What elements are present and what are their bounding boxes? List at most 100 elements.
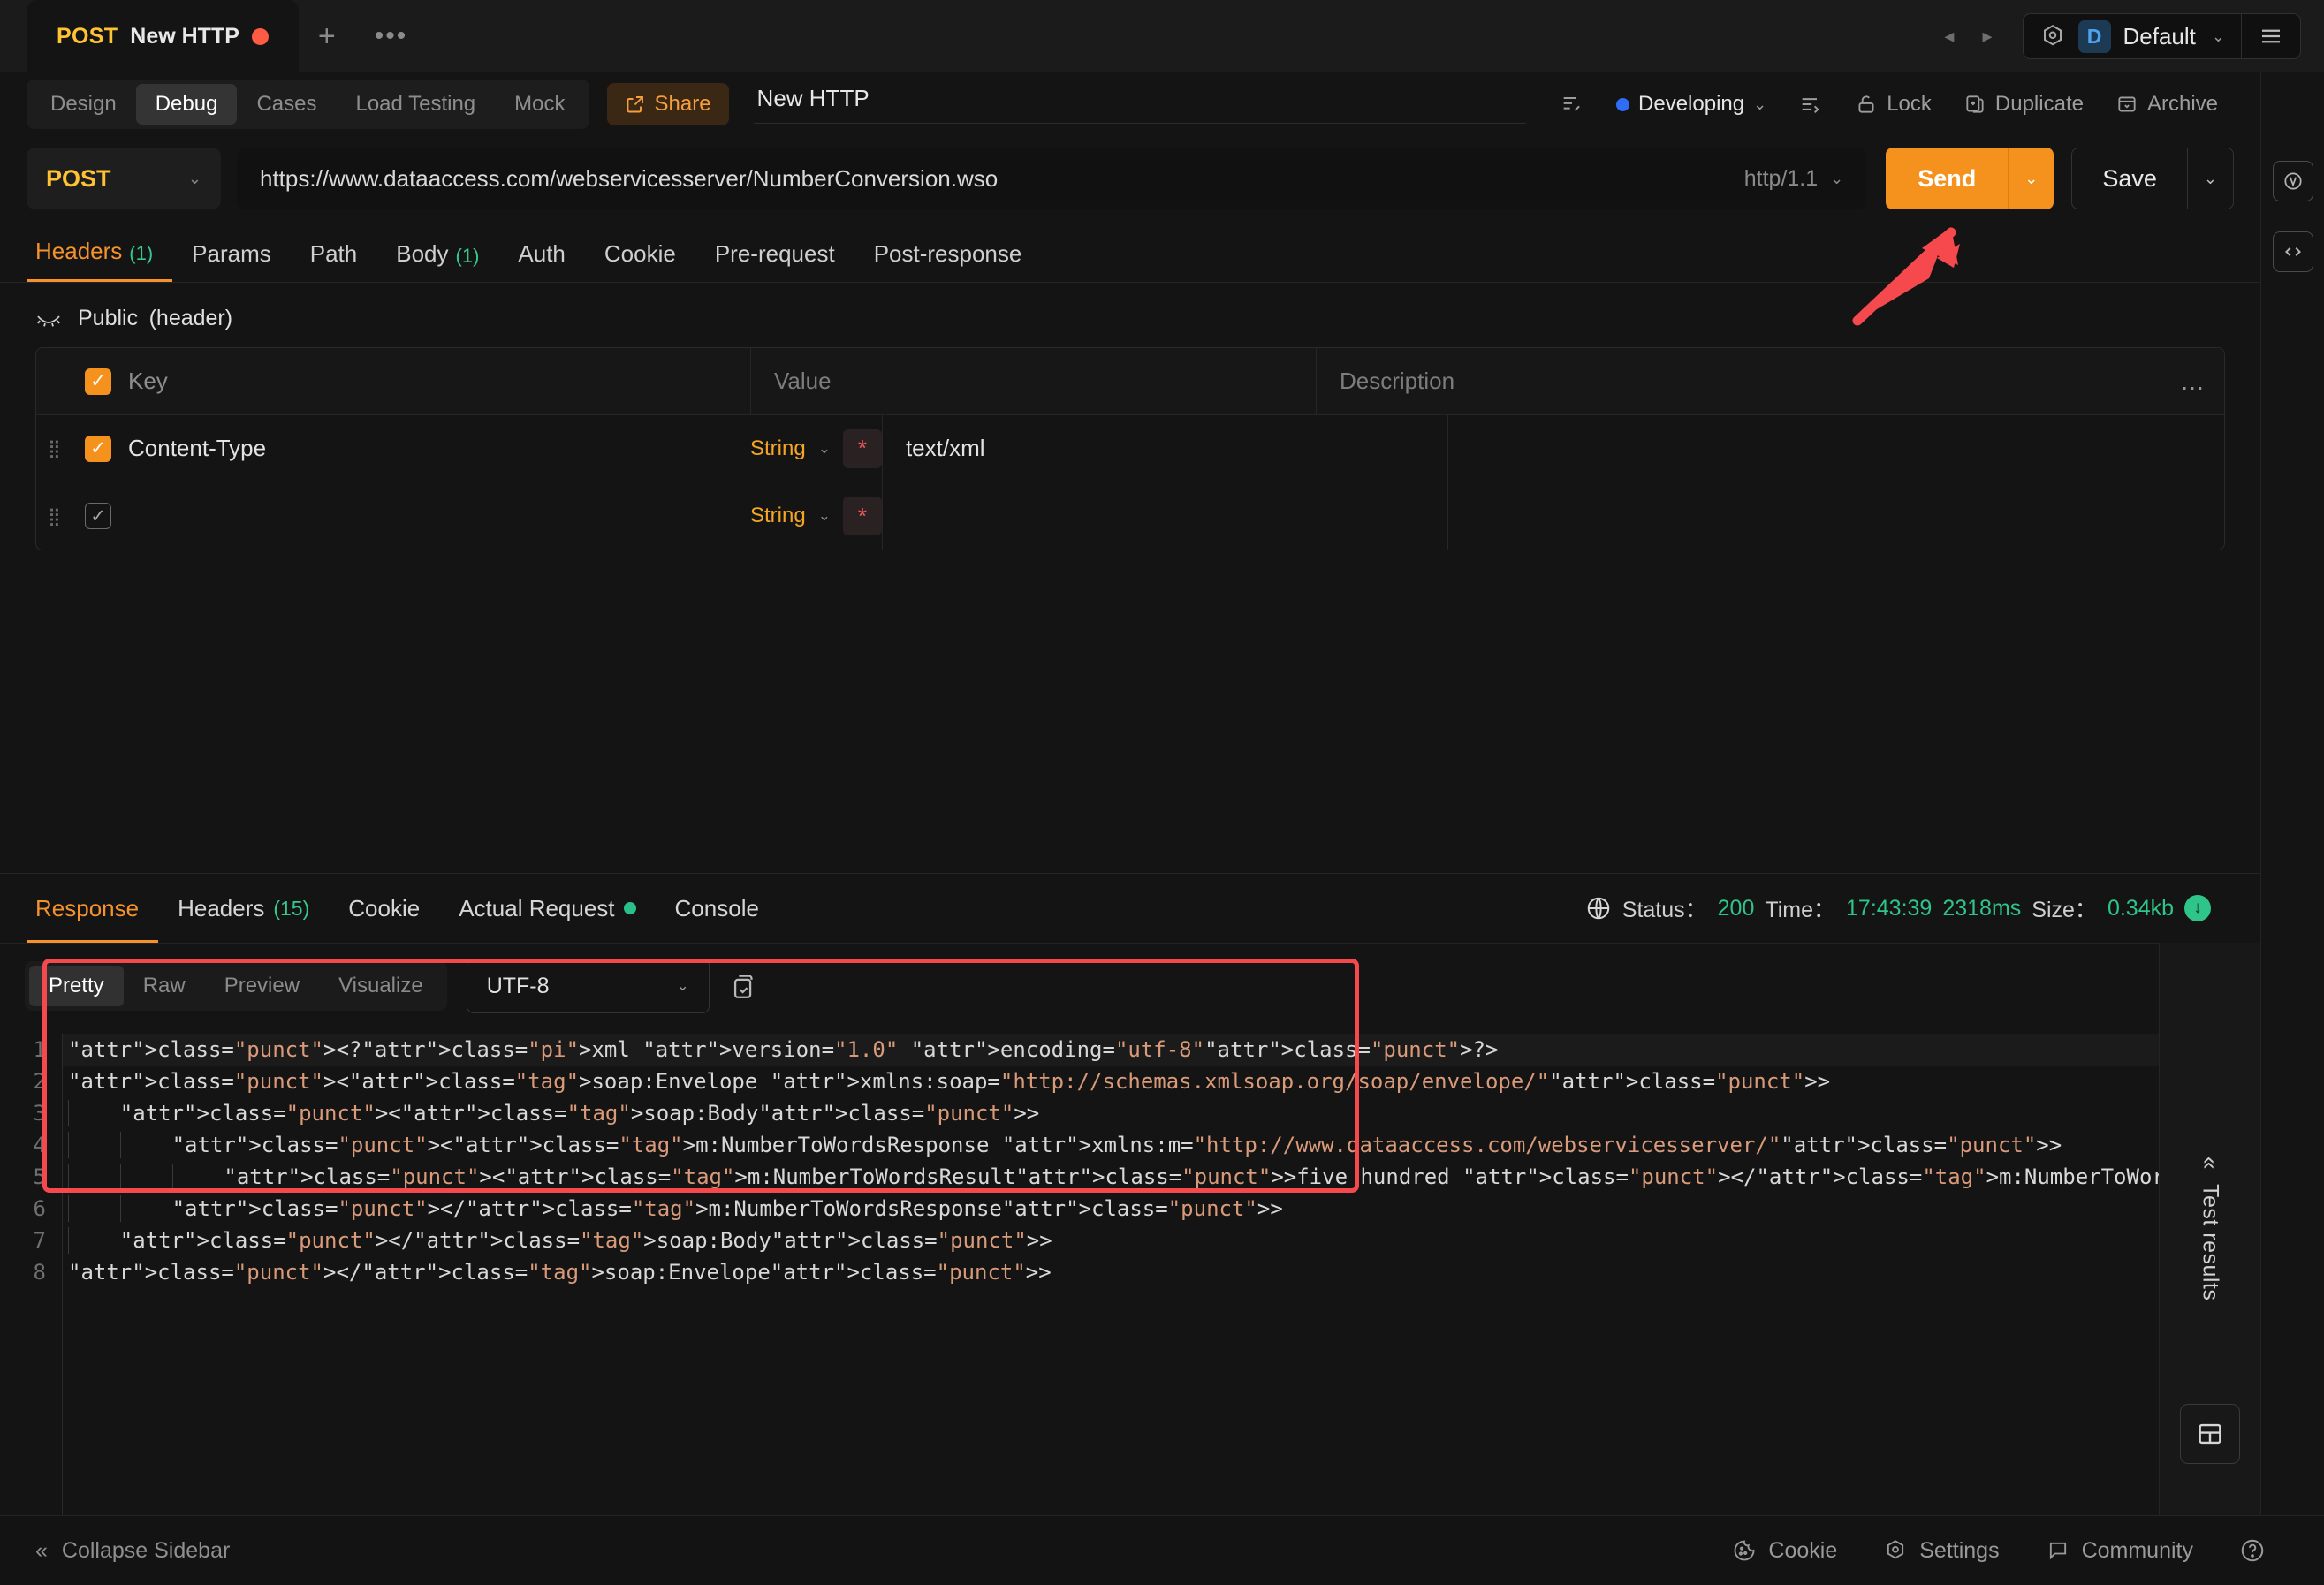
response-body: Pretty Raw Preview Visualize UTF-8 ⌄ 1 2… — [0, 943, 2260, 1515]
line-number: 7 — [33, 1228, 46, 1253]
row-checkbox[interactable]: ✓ — [73, 435, 123, 462]
collapse-sidebar-label: Collapse Sidebar — [61, 1537, 231, 1563]
header-type-select[interactable]: String ⌄ * — [750, 428, 882, 468]
header-value-input[interactable] — [881, 482, 1447, 550]
header-description-input[interactable] — [1447, 414, 2162, 482]
tab-pre-request[interactable]: Pre-request — [695, 240, 854, 282]
tab-path[interactable]: Path — [291, 240, 377, 282]
encoding-select[interactable]: UTF-8 ⌄ — [466, 959, 710, 1013]
apifox-window: POST New HTTP + ••• ◂ ▸ D Default ⌄ Desi… — [0, 0, 2324, 1585]
environment-current[interactable]: D Default ⌄ — [2024, 13, 2241, 59]
row-checkbox[interactable]: ✓ — [73, 503, 123, 529]
copy-icon[interactable] — [729, 971, 759, 1001]
line-number: 3 — [33, 1101, 46, 1126]
mode-tab-debug[interactable]: Debug — [135, 84, 238, 125]
required-asterisk-icon[interactable]: * — [842, 428, 882, 468]
header-type-select[interactable]: String ⌄ * — [750, 497, 882, 535]
chevron-down-icon: ⌄ — [2211, 27, 2225, 45]
mode-tab-design[interactable]: Design — [31, 84, 136, 125]
cookie-button[interactable]: Cookie — [1709, 1538, 1860, 1564]
lock-button[interactable]: Lock — [1839, 92, 1948, 117]
duplicate-button[interactable]: Duplicate — [1948, 92, 2100, 117]
request-status-selector[interactable]: Developing ⌄ — [1600, 92, 1782, 117]
mode-tab-cases[interactable]: Cases — [237, 84, 336, 125]
doc-edit-button[interactable] — [1544, 92, 1600, 117]
http-version-value: http/1.1 — [1743, 165, 1819, 191]
code-line: "attr">class="punct"><"attr">class="tag"… — [63, 1129, 2159, 1161]
sort-button[interactable] — [1782, 92, 1839, 117]
collapse-left-icon[interactable]: « — [2197, 1157, 2224, 1170]
closed-eye-icon[interactable] — [35, 309, 62, 329]
select-all-checkbox[interactable]: ✓ — [73, 368, 123, 395]
response-tab-cookie[interactable]: Cookie — [329, 874, 439, 943]
header-value-input[interactable]: text/xml — [881, 414, 1447, 482]
header-key-input[interactable]: Content-Type — [123, 435, 750, 462]
send-options-button[interactable]: ⌄ — [2009, 148, 2054, 209]
save-button[interactable]: Save — [2072, 148, 2187, 209]
share-button[interactable]: Share — [606, 83, 729, 125]
test-results-label-wrap: « Test results — [2197, 1157, 2224, 1301]
tab-pre-request-label: Pre-request — [714, 240, 835, 267]
response-tab-console[interactable]: Console — [656, 874, 778, 943]
row-drag-handle[interactable]: ⣿ — [36, 437, 73, 459]
help-button[interactable] — [2216, 1537, 2289, 1564]
required-asterisk-icon[interactable]: * — [842, 497, 882, 535]
response-tab-actual-request-label: Actual Request — [459, 894, 615, 921]
request-title[interactable]: New HTTP — [753, 85, 1527, 124]
row-drag-handle[interactable]: ⣿ — [36, 505, 73, 527]
tab-params[interactable]: Params — [172, 240, 291, 282]
new-tab-button[interactable]: + — [299, 0, 355, 72]
line-number: 5 — [33, 1164, 46, 1189]
line-number: 1 — [33, 1037, 46, 1062]
collapse-sidebar-button[interactable]: « Collapse Sidebar — [35, 1538, 230, 1564]
code-line: "attr">class="punct"><"attr">class="tag"… — [63, 1097, 2159, 1129]
send-button[interactable]: Send — [1886, 148, 2009, 209]
download-icon[interactable]: ↓ — [2184, 895, 2211, 921]
mode-tab-mock[interactable]: Mock — [495, 84, 584, 125]
response-tabs: Response Headers (15) Cookie Actual Requ… — [0, 874, 2260, 943]
table-row[interactable]: ⣿ ✓ Content-Type String ⌄ * text/xml — [36, 414, 2224, 482]
lock-label: Lock — [1887, 92, 1932, 116]
community-button[interactable]: Community — [2023, 1538, 2216, 1564]
tab-post-response[interactable]: Post-response — [854, 240, 1042, 282]
http-method-select[interactable]: POST ⌄ — [27, 148, 221, 209]
code-icon[interactable] — [2272, 231, 2313, 272]
tab-headers-count: (1) — [129, 242, 154, 264]
http-version-select[interactable]: http/1.1 ⌄ — [1721, 166, 1844, 192]
environment-selector[interactable]: D Default ⌄ — [2022, 13, 2301, 59]
table-row[interactable]: ⣿ ✓ String ⌄ * — [36, 482, 2224, 550]
nav-forward-button[interactable]: ▸ — [1968, 25, 2006, 48]
format-tab-pretty[interactable]: Pretty — [29, 966, 124, 1006]
test-results-rail[interactable]: « Test results — [2159, 943, 2260, 1515]
code-line: "attr">class="punct"></"attr">class="tag… — [68, 1260, 1052, 1285]
archive-button[interactable]: Archive — [2100, 92, 2234, 117]
save-options-button[interactable]: ⌄ — [2188, 148, 2233, 209]
format-tab-raw[interactable]: Raw — [124, 966, 205, 1006]
status-bar-actions: Cookie Settings Community — [1709, 1537, 2289, 1564]
environment-menu-button[interactable] — [2242, 23, 2300, 49]
request-status-label: Developing — [1638, 92, 1745, 116]
tab-headers[interactable]: Headers (1) — [27, 238, 173, 282]
tab-body[interactable]: Body (1) — [376, 240, 498, 282]
response-tab-actual-request[interactable]: Actual Request — [439, 874, 655, 943]
nav-back-button[interactable]: ◂ — [1930, 25, 1968, 48]
format-tab-visualize[interactable]: Visualize — [319, 966, 443, 1006]
layout-icon[interactable] — [2180, 1404, 2240, 1464]
tab-more-button[interactable]: ••• — [355, 0, 428, 72]
tab-auth[interactable]: Auth — [498, 240, 585, 282]
visibility-icon[interactable] — [2272, 161, 2313, 201]
tab-cookie[interactable]: Cookie — [585, 240, 695, 282]
url-input[interactable]: https://www.dataaccess.com/webservicesse… — [237, 148, 1867, 209]
mode-tab-load-testing[interactable]: Load Testing — [336, 84, 495, 125]
mode-toolbar: Design Debug Cases Load Testing Mock Sha… — [0, 72, 2260, 136]
response-code-toolbar: Pretty Raw Preview Visualize UTF-8 ⌄ — [0, 944, 2159, 1028]
response-code-viewer[interactable]: 1 2 3 4 5 6 7 8 "attr">class="punct"><?"… — [0, 1028, 2159, 1515]
response-tab-response[interactable]: Response — [27, 874, 158, 943]
format-tab-preview[interactable]: Preview — [205, 966, 319, 1006]
request-tab-new-http[interactable]: POST New HTTP — [27, 0, 299, 72]
settings-button[interactable]: Settings — [1860, 1538, 2022, 1564]
header-description-input[interactable] — [1447, 482, 2162, 550]
table-options-button[interactable]: … — [2162, 368, 2224, 396]
response-tab-response-label: Response — [35, 894, 140, 921]
response-tab-headers[interactable]: Headers (15) — [158, 874, 329, 943]
